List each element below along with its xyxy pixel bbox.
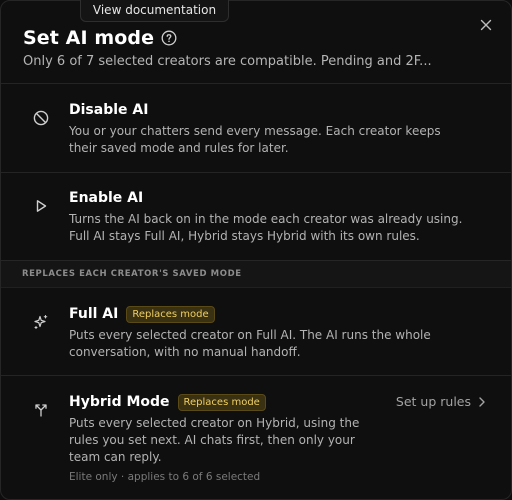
option-description: Turns the AI back on in the mode each cr…: [69, 212, 463, 243]
option-description: Puts every selected creator on Full AI. …: [69, 328, 431, 359]
option-title: Enable AI: [69, 190, 144, 206]
option-disable-ai[interactable]: Disable AI You or your chatters send eve…: [1, 100, 511, 157]
play-icon: [32, 197, 50, 215]
header-divider: [1, 83, 511, 84]
dialog-subtitle: Only 6 of 7 selected creators are compat…: [23, 54, 432, 69]
split-arrows-icon: [32, 401, 50, 419]
option-title: Full AI: [69, 306, 119, 322]
set-up-rules-link[interactable]: Set up rules: [396, 394, 486, 409]
section-label: REPLACES EACH CREATOR'S SAVED MODE: [22, 269, 242, 279]
option-description: Puts every selected creator on Hybrid, u…: [69, 416, 360, 464]
dialog-title: Set AI mode: [23, 27, 155, 49]
availability-note: Elite only · applies to 6 of 6 selected: [69, 471, 261, 483]
sparkles-icon: [32, 313, 50, 331]
option-enable-ai[interactable]: Enable AI Turns the AI back on in the mo…: [1, 188, 511, 245]
dialog-header: Set AI mode Only 6 of 7 selected creator…: [23, 25, 491, 69]
close-button[interactable]: [477, 16, 495, 34]
set-ai-mode-dialog: Set AI mode Only 6 of 7 selected creator…: [0, 0, 512, 500]
option-title: Hybrid Mode: [69, 394, 170, 410]
ban-icon: [32, 109, 50, 127]
documentation-tooltip: View documentation: [80, 0, 229, 22]
help-circle-icon[interactable]: [161, 30, 177, 46]
replaces-mode-badge: Replaces mode: [177, 393, 266, 411]
chevron-right-icon: [478, 396, 486, 408]
option-divider: [1, 172, 511, 173]
replaces-mode-badge: Replaces mode: [126, 305, 215, 323]
option-divider: [1, 375, 511, 376]
option-title: Disable AI: [69, 102, 149, 118]
close-icon: [480, 19, 492, 31]
option-description: You or your chatters send every message.…: [69, 124, 441, 155]
option-full-ai[interactable]: Full AI Replaces mode Puts every selecte…: [1, 304, 511, 361]
set-up-rules-label: Set up rules: [395, 394, 471, 409]
section-header: REPLACES EACH CREATOR'S SAVED MODE: [1, 260, 511, 288]
